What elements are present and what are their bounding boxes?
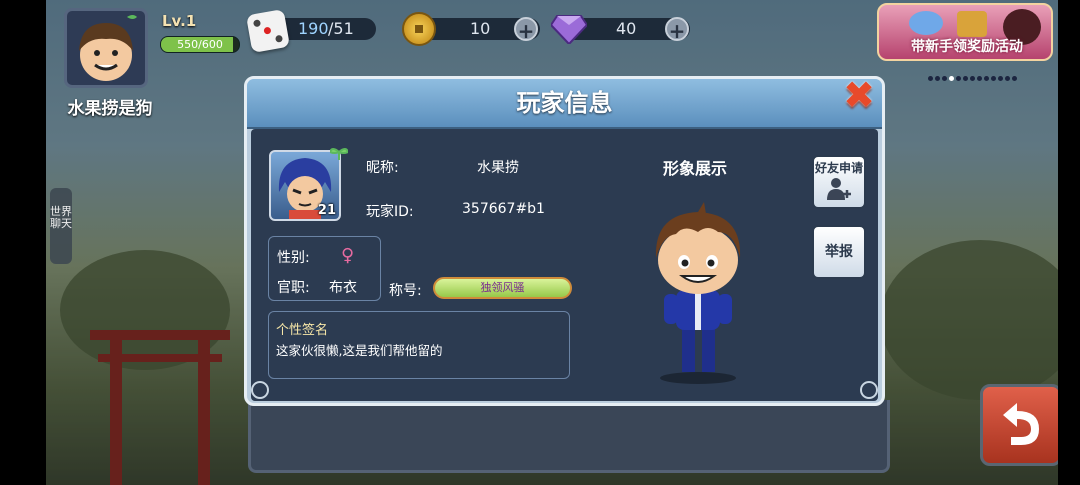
screen-edge-left <box>0 0 46 485</box>
gift-icon <box>909 11 943 35</box>
exp-bar: 550/600 <box>160 36 240 53</box>
signature-text: 这家伙很懒,这是我们帮他留的 <box>276 343 443 358</box>
female-icon: ♀ <box>341 245 355 266</box>
player-id-value: 357667#b1 <box>462 201 545 217</box>
player-id-label: 玩家ID: <box>366 204 414 220</box>
dialog-title: 玩家信息 <box>247 79 882 129</box>
add-friend-icon <box>827 178 851 200</box>
add-coins-button[interactable]: + <box>514 17 538 43</box>
player-avatar[interactable] <box>64 8 148 88</box>
nickname-value: 水果捞 <box>477 160 519 176</box>
gem-value: 40 <box>616 19 637 38</box>
return-arrow-icon <box>1003 403 1039 445</box>
showcase-label: 形象展示 <box>663 159 728 178</box>
rank-label: 官职: <box>277 280 310 296</box>
coin-icon <box>402 12 436 46</box>
friend-request-label: 好友申请 <box>814 161 863 175</box>
corner-ornament <box>860 381 878 399</box>
corner-ornament <box>251 381 269 399</box>
sprout-icon <box>330 148 348 160</box>
newbie-reward-banner[interactable]: 带新手领奖励活动 <box>877 3 1053 61</box>
portrait-level: 21 <box>317 203 336 218</box>
character-model <box>655 202 741 384</box>
player-level: Lv.1 <box>162 12 197 30</box>
treasure-chest-icon <box>957 11 987 37</box>
banner-page-indicator <box>928 66 1019 85</box>
dice-max: /51 <box>328 19 354 38</box>
title-label: 称号: <box>389 283 422 299</box>
gender-label: 性别: <box>277 250 310 266</box>
dice-icon <box>245 8 291 54</box>
add-gems-button[interactable]: + <box>665 17 689 43</box>
signature-label: 个性签名 <box>276 323 329 338</box>
player-portrait: 21 <box>269 150 341 221</box>
exp-text: 550/600 <box>177 38 223 51</box>
friend-request-button[interactable]: 好友申请 <box>812 155 866 209</box>
screen-edge-right <box>1058 0 1080 485</box>
banner-text: 带新手领奖励活动 <box>911 39 1023 55</box>
dialog-base <box>248 400 890 473</box>
report-label: 举报 <box>825 244 853 260</box>
dice-current: 190 <box>298 19 329 38</box>
gem-icon <box>551 15 587 44</box>
nickname-label: 昵称: <box>366 160 399 176</box>
rank-value: 布衣 <box>329 280 357 296</box>
report-button[interactable]: 举报 <box>812 225 866 279</box>
return-button[interactable] <box>980 384 1062 466</box>
coin-value: 10 <box>470 19 491 38</box>
title-badge: 独领风骚 <box>433 277 572 299</box>
close-button[interactable]: ✖ <box>842 76 876 114</box>
world-chat-tab[interactable]: 世界聊天 <box>50 188 72 264</box>
player-name: 水果捞是狗 <box>67 99 153 119</box>
